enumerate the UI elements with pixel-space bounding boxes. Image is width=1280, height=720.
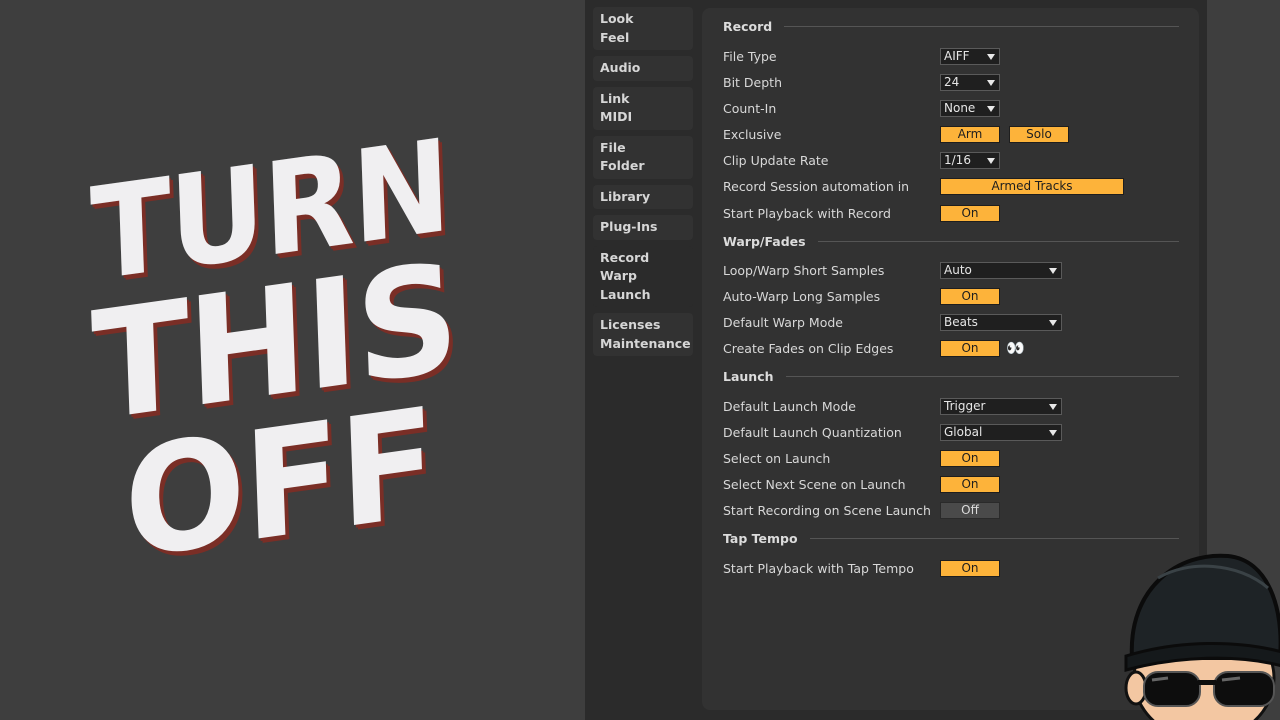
eyes-emoji-icon: 👀 [1006, 339, 1025, 357]
default-warp-mode-dropdown[interactable]: Beats [940, 313, 1062, 331]
clip-update-rate-value: 1/16 [944, 152, 971, 167]
chevron-down-icon [1049, 403, 1057, 410]
exclusive-solo-toggle[interactable]: Solo [1009, 125, 1069, 143]
section-record: Record [723, 19, 1179, 34]
tap-tempo-playback-toggle[interactable]: On [940, 559, 1000, 577]
file-type-label: File Type [723, 48, 777, 64]
row-default-warp-mode: Default Warp Mode Beats [723, 312, 1183, 332]
section-launch-title: Launch [723, 369, 774, 384]
section-launch: Launch [723, 369, 1179, 384]
chevron-down-icon [987, 79, 995, 86]
default-launch-mode-label: Default Launch Mode [723, 398, 856, 414]
default-launch-quant-dropdown[interactable]: Global [940, 423, 1062, 441]
divider [785, 376, 1179, 377]
exclusive-arm-toggle[interactable]: Arm [940, 125, 1000, 143]
section-tap-tempo: Tap Tempo [723, 531, 1179, 546]
create-fades-label: Create Fades on Clip Edges [723, 340, 894, 356]
chevron-down-icon [1049, 267, 1057, 274]
create-fades-toggle[interactable]: On [940, 339, 1000, 357]
divider [817, 241, 1179, 242]
default-warp-mode-value: Beats [944, 314, 978, 329]
row-start-playback-record: Start Playback with Record On [723, 203, 1183, 223]
cartoon-avatar [1124, 553, 1280, 720]
tab-record-warp-launch[interactable]: Record Warp Launch [593, 245, 693, 307]
tab-look-feel[interactable]: Look Feel [593, 7, 693, 50]
select-on-launch-toggle[interactable]: On [940, 449, 1000, 467]
chevron-down-icon [987, 157, 995, 164]
file-type-dropdown[interactable]: AIFF [940, 47, 1000, 65]
file-type-value: AIFF [944, 48, 970, 63]
preferences-sidebar: Look Feel Audio Link MIDI File Folder Li… [593, 7, 693, 362]
chevron-down-icon [1049, 429, 1057, 436]
row-default-launch-mode: Default Launch Mode Trigger [723, 396, 1183, 416]
row-select-on-launch: Select on Launch On [723, 448, 1183, 468]
auto-warp-toggle[interactable]: On [940, 287, 1000, 305]
row-loop-warp: Loop/Warp Short Samples Auto [723, 260, 1183, 280]
row-select-next-scene: Select Next Scene on Launch On [723, 474, 1183, 494]
count-in-label: Count-In [723, 100, 777, 116]
session-automation-label: Record Session automation in [723, 178, 910, 194]
row-session-automation: Record Session automation in Armed Track… [723, 176, 1183, 196]
start-playback-record-toggle[interactable]: On [940, 204, 1000, 222]
chevron-down-icon [1049, 319, 1057, 326]
count-in-value: None [944, 100, 976, 115]
select-next-scene-toggle[interactable]: On [940, 475, 1000, 493]
loop-warp-value: Auto [944, 262, 972, 277]
divider [784, 26, 1179, 27]
row-file-type: File Type AIFF [723, 46, 1183, 66]
start-recording-toggle[interactable]: Off [940, 501, 1000, 519]
row-create-fades: Create Fades on Clip Edges On 👀 [723, 338, 1183, 358]
chevron-down-icon [987, 53, 995, 60]
row-count-in: Count-In None [723, 98, 1183, 118]
select-next-scene-label: Select Next Scene on Launch [723, 476, 906, 492]
thumbnail-title: TURN THIS OFF [53, 112, 497, 593]
loop-warp-dropdown[interactable]: Auto [940, 261, 1062, 279]
section-record-title: Record [723, 19, 773, 34]
bit-depth-dropdown[interactable]: 24 [940, 73, 1000, 91]
clip-update-rate-label: Clip Update Rate [723, 152, 829, 168]
tab-link-midi[interactable]: Link MIDI [593, 86, 693, 130]
preferences-window: Look Feel Audio Link MIDI File Folder Li… [585, 0, 1207, 720]
auto-warp-label: Auto-Warp Long Samples [723, 288, 881, 304]
section-tap-tempo-title: Tap Tempo [723, 531, 798, 546]
start-playback-record-label: Start Playback with Record [723, 205, 891, 221]
default-launch-quant-value: Global [944, 424, 983, 439]
start-recording-label: Start Recording on Scene Launch [723, 502, 931, 518]
tab-audio[interactable]: Audio [593, 56, 693, 81]
tap-tempo-playback-label: Start Playback with Tap Tempo [723, 560, 914, 576]
chevron-down-icon [987, 105, 995, 112]
session-automation-button[interactable]: Armed Tracks [940, 177, 1124, 195]
loop-warp-label: Loop/Warp Short Samples [723, 262, 885, 278]
tab-plug-ins[interactable]: Plug-Ins [593, 215, 693, 240]
section-warp-title: Warp/Fades [723, 234, 806, 249]
default-launch-mode-dropdown[interactable]: Trigger [940, 397, 1062, 415]
tab-file-folder[interactable]: File Folder [593, 135, 693, 179]
default-launch-quant-label: Default Launch Quantization [723, 424, 902, 440]
section-warp-fades: Warp/Fades [723, 234, 1179, 249]
row-clip-update-rate: Clip Update Rate 1/16 [723, 150, 1183, 170]
bit-depth-label: Bit Depth [723, 74, 782, 90]
row-start-recording: Start Recording on Scene Launch Off [723, 500, 1183, 520]
row-bit-depth: Bit Depth 24 [723, 72, 1183, 92]
row-default-launch-quant: Default Launch Quantization Global [723, 422, 1183, 442]
count-in-dropdown[interactable]: None [940, 99, 1000, 117]
clip-update-rate-dropdown[interactable]: 1/16 [940, 151, 1000, 169]
default-warp-mode-label: Default Warp Mode [723, 314, 843, 330]
divider [809, 538, 1179, 539]
exclusive-label: Exclusive [723, 126, 782, 142]
row-auto-warp: Auto-Warp Long Samples On [723, 286, 1183, 306]
row-exclusive: Exclusive Arm Solo [723, 124, 1183, 144]
select-on-launch-label: Select on Launch [723, 450, 831, 466]
default-launch-mode-value: Trigger [944, 398, 986, 413]
bit-depth-value: 24 [944, 74, 960, 89]
tab-library[interactable]: Library [593, 184, 693, 209]
tab-licenses-maintenance[interactable]: Licenses Maintenance [593, 313, 693, 356]
row-tap-tempo-playback: Start Playback with Tap Tempo On [723, 558, 1183, 578]
